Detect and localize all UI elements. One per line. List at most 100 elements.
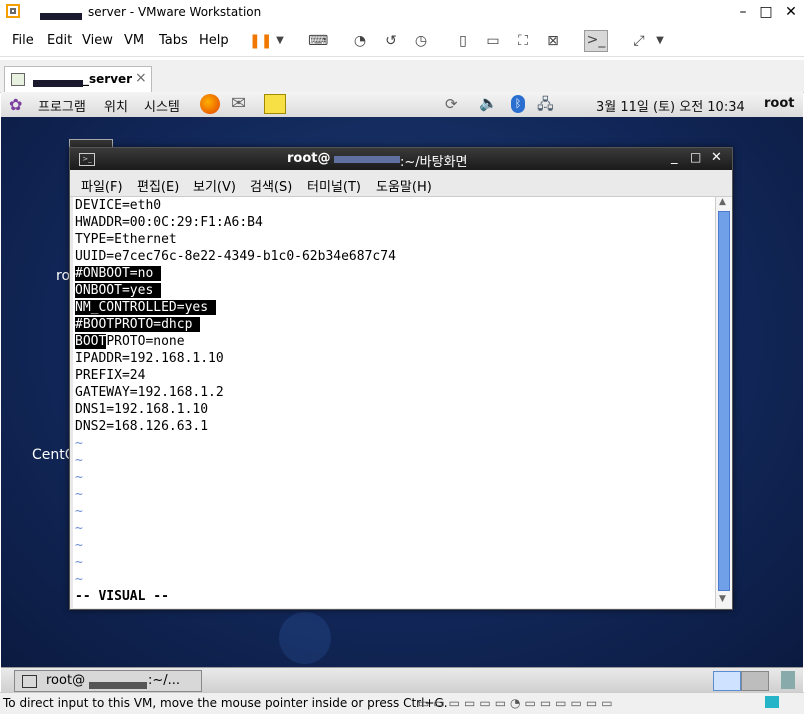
menu-edit[interactable]: Edit [47, 33, 72, 48]
terminal-text-area[interactable]: DEVICE=eth0 HWADDR=00:0C:29:F1:A6:B4 TYP… [73, 197, 715, 608]
tab-label: _server [83, 72, 133, 86]
terminal-menu-help[interactable]: 도움말(H) [376, 176, 432, 195]
maximize-button[interactable]: □ [753, 0, 779, 24]
menu-file[interactable]: File [12, 33, 34, 48]
terminal-menu-file[interactable]: 파일(F) [81, 176, 123, 195]
trash-icon[interactable] [781, 671, 795, 689]
device-status-icons[interactable]: ▭▭▭▭▭▭◔▭▭▭▭▭▭ [418, 696, 617, 710]
config-line-selected: NM_CONTROLLED=yes [75, 300, 217, 315]
terminal-menu-terminal[interactable]: 터미널(T) [307, 176, 361, 195]
full-screen-icon[interactable]: ⛶ [513, 32, 533, 50]
vmware-statusbar: To direct input to this VM, move the mou… [0, 692, 804, 714]
config-line-selected: BOOT [75, 334, 107, 349]
workspace-2[interactable] [741, 671, 769, 691]
vmware-menubar: File Edit View VM Tabs Help ❚❚ ▼ ⌨ ◔ ↺ ◷… [0, 26, 804, 57]
close-button[interactable]: ✕ [778, 0, 804, 24]
redacted-host [89, 678, 147, 692]
terminal-close-icon[interactable]: ✕ [711, 150, 722, 165]
terminal-scrollbar[interactable]: ▲ ▼ [715, 197, 732, 608]
bluetooth-icon[interactable]: ᛒ [511, 95, 525, 113]
stretch-guest-icon[interactable]: ⤢ [629, 32, 649, 50]
snapshot-manager-icon[interactable]: ◷ [411, 32, 431, 50]
tab-server[interactable]: _server × [4, 66, 152, 93]
terminal-title-path: :~/바탕화면 [400, 155, 468, 170]
empty-line-tilde: ~ [75, 436, 83, 451]
window-title: server - VMware Workstation [88, 5, 262, 19]
terminal-minimize-icon[interactable]: _ [671, 150, 678, 165]
terminal-maximize-icon[interactable]: □ [690, 150, 701, 164]
scroll-down-icon[interactable]: ▼ [719, 594, 726, 604]
terminal-menu-view[interactable]: 보기(V) [193, 176, 236, 195]
config-line: DNS1=192.168.1.10 [75, 402, 209, 417]
show-library-icon[interactable]: ▯ [453, 32, 473, 50]
firefox-icon[interactable] [200, 94, 220, 114]
scroll-up-icon[interactable]: ▲ [719, 197, 726, 207]
message-icon[interactable] [765, 696, 779, 708]
chevron-down-icon[interactable]: ▼ [270, 32, 290, 50]
update-icon[interactable]: ⟳ [445, 95, 458, 113]
vmware-titlebar: server - VMware Workstation – □ ✕ [0, 0, 804, 26]
pause-icon[interactable]: ❚❚ [249, 32, 272, 50]
gnome-bottom-panel: root@ :~/... [1, 667, 803, 693]
console-view-icon[interactable]: >_ [584, 30, 608, 52]
panel-clock[interactable]: 3월 11일 (토) 오전 10:34 [596, 96, 745, 115]
empty-line-tilde: ~ [75, 521, 83, 536]
empty-line-tilde: ~ [75, 470, 83, 485]
config-line-selected: #BOOTPROTO=dhcp [75, 317, 201, 332]
chevron-down-icon[interactable]: ▼ [650, 32, 670, 50]
config-line-selected: ONBOOT=yes [75, 283, 162, 298]
network-icon[interactable]: 🖧 [537, 94, 554, 119]
panel-menu-applications[interactable]: 프로그램 [38, 96, 86, 115]
taskbar-terminal-item[interactable]: root@ :~/... [14, 670, 202, 692]
empty-line-tilde: ~ [75, 504, 83, 519]
vm-tab-icon [11, 73, 25, 86]
workspace-1[interactable] [713, 671, 741, 691]
empty-line-tilde: ~ [75, 572, 83, 587]
redacted-name [33, 76, 83, 90]
config-line: HWADDR=00:0C:29:F1:A6:B4 [75, 215, 263, 230]
status-message: To direct input to this VM, move the mou… [3, 696, 448, 710]
panel-menu-places[interactable]: 위치 [104, 96, 128, 115]
revert-snapshot-icon[interactable]: ↺ [381, 32, 401, 50]
config-line-rest: PROTO=none [106, 334, 185, 349]
tab-close-icon[interactable]: × [135, 70, 147, 86]
centos-logo-watermark [279, 612, 331, 664]
config-line: UUID=e7cec76c-8e22-4349-b1c0-62b34e687c7… [75, 249, 396, 264]
terminal-menubar: 파일(F) 편집(E) 보기(V) 검색(S) 터미널(T) 도움말(H) [70, 170, 732, 197]
taskbar-item-user: root@ [46, 673, 86, 688]
vim-mode-indicator: -- VISUAL -- [75, 589, 169, 604]
terminal-window: >_ root@ :~/바탕화면 _ □ ✕ 파일(F) 편집(E) 보기(V)… [69, 147, 733, 610]
config-line: PREFIX=24 [75, 368, 146, 383]
menu-view[interactable]: View [82, 33, 113, 48]
terminal-menu-search[interactable]: 검색(S) [250, 176, 292, 195]
menu-help[interactable]: Help [199, 33, 229, 48]
volume-icon[interactable]: 🔈 [479, 94, 498, 112]
empty-line-tilde: ~ [75, 453, 83, 468]
taskbar-item-path: :~/... [148, 673, 181, 688]
desktop-label: ro [56, 268, 71, 284]
gnome-top-panel: ✿ 프로그램 위치 시스템 ✉ ⟳ 🔈 ᛒ 🖧 3월 11일 (토) 오전 10… [1, 92, 803, 118]
notes-icon[interactable] [264, 94, 286, 114]
mail-icon[interactable]: ✉ [231, 93, 246, 114]
vmware-logo-icon [6, 4, 20, 18]
terminal-icon [22, 675, 37, 688]
unity-icon[interactable]: ⊠ [543, 32, 563, 50]
send-ctrl-alt-del-icon[interactable]: ⌨ [308, 32, 328, 50]
redacted-host [334, 152, 400, 166]
terminal-menu-edit[interactable]: 편집(E) [137, 176, 179, 195]
panel-menu-system[interactable]: 시스템 [144, 96, 180, 115]
gnome-foot-icon[interactable]: ✿ [9, 95, 22, 114]
thumbnail-bar-icon[interactable]: ▭ [483, 32, 503, 50]
empty-line-tilde: ~ [75, 538, 83, 553]
terminal-title-user: root@ [287, 151, 331, 166]
panel-user[interactable]: root [764, 96, 795, 111]
scroll-thumb[interactable] [718, 211, 730, 591]
redacted-hostname [40, 9, 82, 23]
config-line: DNS2=168.126.63.1 [75, 419, 209, 434]
config-line: GATEWAY=192.168.1.2 [75, 385, 224, 400]
menu-vm[interactable]: VM [124, 33, 144, 48]
config-line-selected: #ONBOOT=no [75, 266, 162, 281]
menu-tabs[interactable]: Tabs [159, 33, 188, 48]
terminal-titlebar[interactable]: >_ root@ :~/바탕화면 _ □ ✕ [70, 148, 732, 170]
snapshot-icon[interactable]: ◔ [350, 32, 370, 50]
